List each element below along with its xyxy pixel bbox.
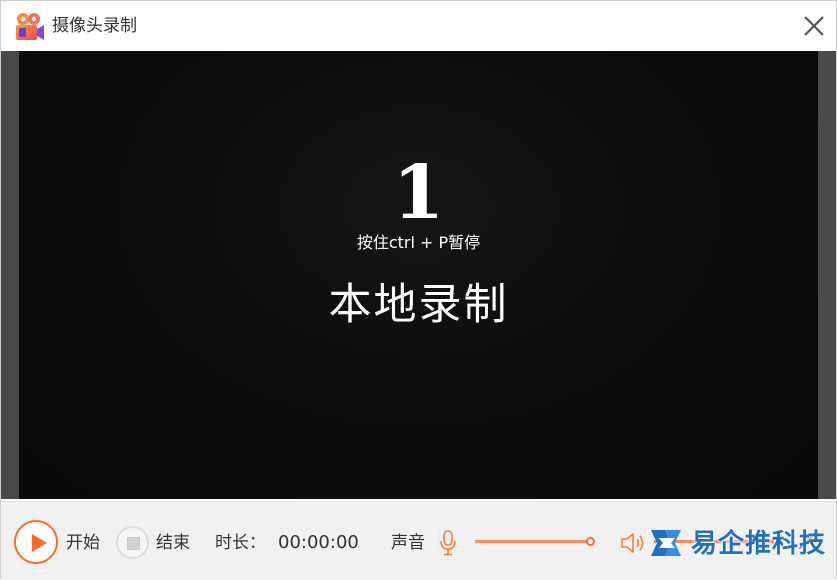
microphone-icon[interactable] [438, 529, 458, 557]
watermark-text: 易企推科技 [691, 529, 827, 559]
duration-value: 00:00:00 [278, 532, 359, 553]
camera-recorder-window: 摄像头录制 1 按住ctrl + P暂停 本地录制 开始 结束 时长： 00:0… [0, 0, 837, 580]
microphone-slider-track [475, 540, 587, 543]
stop-icon [127, 537, 140, 550]
pause-hint: 按住ctrl + P暂停 [356, 233, 481, 252]
recording-mode-label: 本地录制 [328, 280, 509, 330]
video-camera-app-icon [16, 13, 44, 40]
countdown-number: 1 [392, 150, 445, 236]
title-bar: 摄像头录制 [1, 1, 836, 51]
microphone-slider-knob[interactable] [586, 537, 595, 546]
speaker-icon[interactable] [619, 530, 647, 556]
camera-video: 1 按住ctrl + P暂停 本地录制 [19, 51, 818, 499]
watermark-logo-icon [651, 530, 681, 556]
window-title: 摄像头录制 [52, 16, 137, 36]
close-button[interactable] [801, 13, 827, 39]
duration-label: 时长： [215, 533, 266, 553]
start-label[interactable]: 开始 [66, 532, 100, 554]
start-button[interactable] [14, 520, 58, 564]
recording-toolbar: 开始 结束 时长： 00:00:00 声音 易企推科技 [1, 501, 836, 580]
sound-label: 声音 [391, 533, 425, 553]
camera-preview-area: 1 按住ctrl + P暂停 本地录制 [1, 51, 836, 499]
play-icon [32, 534, 47, 552]
stop-button[interactable] [116, 526, 149, 559]
microphone-volume-slider[interactable] [475, 533, 597, 551]
watermark: 易企推科技 [649, 524, 837, 564]
stop-label[interactable]: 结束 [156, 532, 190, 554]
